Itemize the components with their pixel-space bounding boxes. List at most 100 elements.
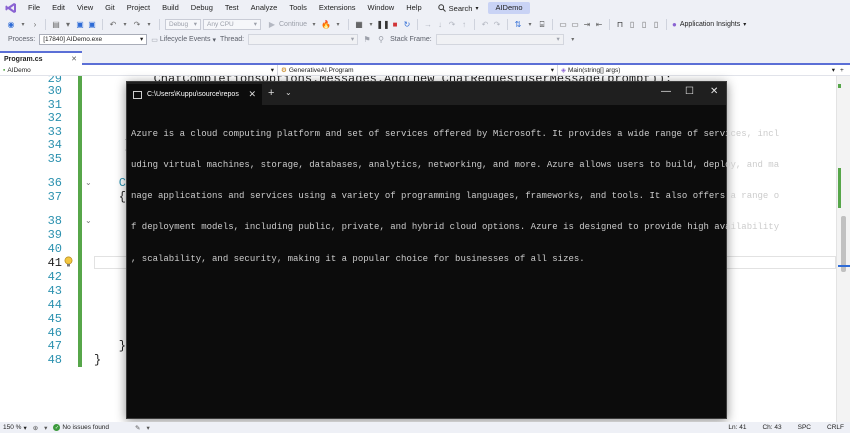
filter-icon[interactable]: ⚲ bbox=[376, 35, 386, 45]
member-select[interactable]: ◈ Main(string[] args) ▾ bbox=[558, 65, 838, 76]
scrollbar-thumb[interactable] bbox=[841, 216, 846, 272]
play-icon[interactable]: ▶ bbox=[267, 20, 277, 30]
console-tab[interactable]: C:\Users\Kuppu\source\repos ✕ bbox=[127, 84, 262, 105]
menu-project[interactable]: Project bbox=[121, 0, 156, 16]
chevron-down-icon[interactable]: ⌄ bbox=[285, 88, 292, 97]
line-indicator[interactable]: Ln: 41 bbox=[728, 424, 746, 431]
pause-icon[interactable]: ❚❚ bbox=[376, 20, 389, 30]
copilot-icon[interactable]: ⊕ bbox=[33, 424, 38, 432]
collapse-toggle-icon[interactable]: ⌄ bbox=[85, 216, 92, 225]
menu-git[interactable]: Git bbox=[99, 0, 121, 16]
close-icon[interactable]: ✕ bbox=[71, 55, 77, 63]
collapse-toggle-icon[interactable]: ⌄ bbox=[85, 178, 92, 187]
status-bar: 150 % ▾ ⊕ ▾ ✓ No issues found ✎ ▾ Ln: 41… bbox=[0, 422, 850, 433]
lifecycle-events-button[interactable]: ▭ Lifecycle Events ▾ bbox=[151, 36, 216, 44]
menu-bar: File Edit View Git Project Build Debug T… bbox=[0, 0, 850, 16]
menu-extensions[interactable]: Extensions bbox=[313, 0, 362, 16]
hot-reload-icon[interactable]: 🔥 bbox=[321, 20, 331, 30]
code-cleanup-icon[interactable]: ✎ bbox=[135, 424, 140, 432]
menu-view[interactable]: View bbox=[71, 0, 99, 16]
editor-vertical-scrollbar[interactable] bbox=[836, 76, 850, 422]
menu-analyze[interactable]: Analyze bbox=[245, 0, 284, 16]
redo-icon[interactable]: ↷ bbox=[132, 20, 142, 30]
line-number: 43 bbox=[47, 284, 62, 298]
prev-bookmark-icon[interactable]: ▯ bbox=[627, 20, 637, 30]
stop-icon[interactable]: ■ bbox=[390, 20, 400, 30]
application-insights-button[interactable]: ● Application Insights ▾ bbox=[672, 20, 746, 29]
step-out-icon[interactable]: ↑ bbox=[459, 20, 469, 30]
chevron-down-icon[interactable]: ▾ bbox=[147, 424, 150, 432]
dropdown-arrow-icon[interactable]: ▾ bbox=[525, 20, 535, 30]
dropdown-arrow-icon[interactable]: ▾ bbox=[309, 20, 319, 30]
menu-window[interactable]: Window bbox=[362, 0, 401, 16]
menu-build[interactable]: Build bbox=[156, 0, 185, 16]
next-bookmark-icon[interactable]: ▯ bbox=[639, 20, 649, 30]
toolbar-overflow-icon[interactable]: ▾ bbox=[568, 35, 578, 45]
menu-debug[interactable]: Debug bbox=[185, 0, 219, 16]
open-file-icon[interactable]: ▾ bbox=[63, 20, 73, 30]
config-value: Debug bbox=[169, 21, 189, 28]
menu-edit[interactable]: Edit bbox=[46, 0, 71, 16]
comment-icon[interactable]: ▭ bbox=[558, 20, 568, 30]
thread-select[interactable]: ▾ bbox=[248, 34, 359, 45]
line-number: 38 bbox=[47, 214, 62, 228]
process-select[interactable]: [17840] AIDemo.exe ▾ bbox=[39, 34, 148, 45]
navigate-back-icon[interactable]: ↶ bbox=[480, 20, 490, 30]
dropdown-arrow-icon[interactable]: ▾ bbox=[120, 20, 130, 30]
menu-help[interactable]: Help bbox=[400, 0, 427, 16]
tab-title: Program.cs bbox=[4, 55, 43, 63]
new-item-icon[interactable]: ▤ bbox=[51, 20, 61, 30]
restart-icon[interactable]: ↻ bbox=[402, 20, 412, 30]
console-window[interactable]: C:\Users\Kuppu\source\repos ✕ + ⌄ — ☐ ✕ … bbox=[126, 81, 779, 419]
project-select[interactable]: ▪ AIDemo ▾ bbox=[0, 64, 278, 76]
back-navigate-icon[interactable]: ◉ bbox=[6, 20, 16, 30]
save-icon[interactable]: ▣ bbox=[75, 20, 85, 30]
line-number: 36 bbox=[47, 176, 62, 190]
uncomment-icon[interactable]: ▭ bbox=[570, 20, 580, 30]
menu-tools[interactable]: Tools bbox=[283, 0, 313, 16]
solution-configuration-select[interactable]: Debug ▾ bbox=[165, 19, 201, 30]
outdent-icon[interactable]: ⇤ bbox=[594, 20, 604, 30]
search-button[interactable]: Search ▾ bbox=[432, 2, 485, 15]
column-indicator[interactable]: Ch: 43 bbox=[762, 424, 781, 431]
close-icon[interactable]: ✕ bbox=[248, 89, 256, 100]
stack-frame-select[interactable]: ▾ bbox=[435, 34, 564, 45]
line-ending-indicator[interactable]: CRLF bbox=[827, 424, 844, 431]
console-output-line: , scalability, and security, making it a… bbox=[131, 253, 585, 264]
show-next-statement-icon[interactable]: → bbox=[423, 20, 433, 30]
step-over-icon[interactable]: ↷ bbox=[447, 20, 457, 30]
minimize-icon[interactable]: — bbox=[661, 86, 671, 97]
continue-button[interactable]: Continue bbox=[279, 21, 307, 28]
menu-test[interactable]: Test bbox=[219, 0, 245, 16]
dropdown-arrow-icon[interactable]: ▾ bbox=[366, 20, 376, 30]
issues-indicator[interactable]: ✓ No issues found bbox=[53, 424, 109, 431]
hex-display-icon[interactable]: ⇅ bbox=[513, 20, 523, 30]
type-select[interactable]: ⚙ GenerativeAI.Program ▾ bbox=[278, 64, 558, 76]
navigate-forward-icon[interactable]: ↷ bbox=[492, 20, 502, 30]
clear-bookmarks-icon[interactable]: ▯ bbox=[651, 20, 661, 30]
indent-icon[interactable]: ⇥ bbox=[582, 20, 592, 30]
forward-navigate-icon[interactable]: › bbox=[30, 20, 40, 30]
solution-name-badge[interactable]: AIDemo bbox=[488, 2, 530, 14]
flag-thread-icon[interactable]: ⚑ bbox=[362, 35, 372, 45]
save-all-icon[interactable]: ▣ bbox=[87, 20, 97, 30]
undo-icon[interactable]: ↶ bbox=[108, 20, 118, 30]
dropdown-arrow-icon[interactable]: ▾ bbox=[333, 20, 343, 30]
dropdown-arrow-icon[interactable]: ▾ bbox=[144, 20, 154, 30]
step-into-icon[interactable]: ↓ bbox=[435, 20, 445, 30]
new-tab-icon[interactable]: + bbox=[268, 87, 274, 99]
tab-program-cs[interactable]: Program.cs ✕ bbox=[0, 51, 82, 65]
add-split-icon[interactable]: + bbox=[840, 67, 844, 74]
maximize-icon[interactable]: ☐ bbox=[685, 86, 694, 97]
diagnostics-icon[interactable]: ▦ bbox=[354, 20, 364, 30]
chevron-down-icon[interactable]: ▾ bbox=[44, 424, 47, 432]
menu-file[interactable]: File bbox=[22, 0, 46, 16]
dropdown-arrow-icon[interactable]: ▾ bbox=[18, 20, 28, 30]
thread-icon[interactable]: ⌸ bbox=[537, 20, 547, 30]
close-window-icon[interactable]: ✕ bbox=[710, 86, 718, 97]
bookmark-icon[interactable]: ⊓ bbox=[615, 20, 625, 30]
zoom-select[interactable]: 150 % ▾ bbox=[3, 424, 27, 432]
console-titlebar[interactable]: C:\Users\Kuppu\source\repos ✕ + ⌄ — ☐ ✕ bbox=[127, 82, 726, 105]
solution-platform-select[interactable]: Any CPU ▾ bbox=[203, 19, 261, 30]
whitespace-indicator[interactable]: SPC bbox=[798, 424, 811, 431]
